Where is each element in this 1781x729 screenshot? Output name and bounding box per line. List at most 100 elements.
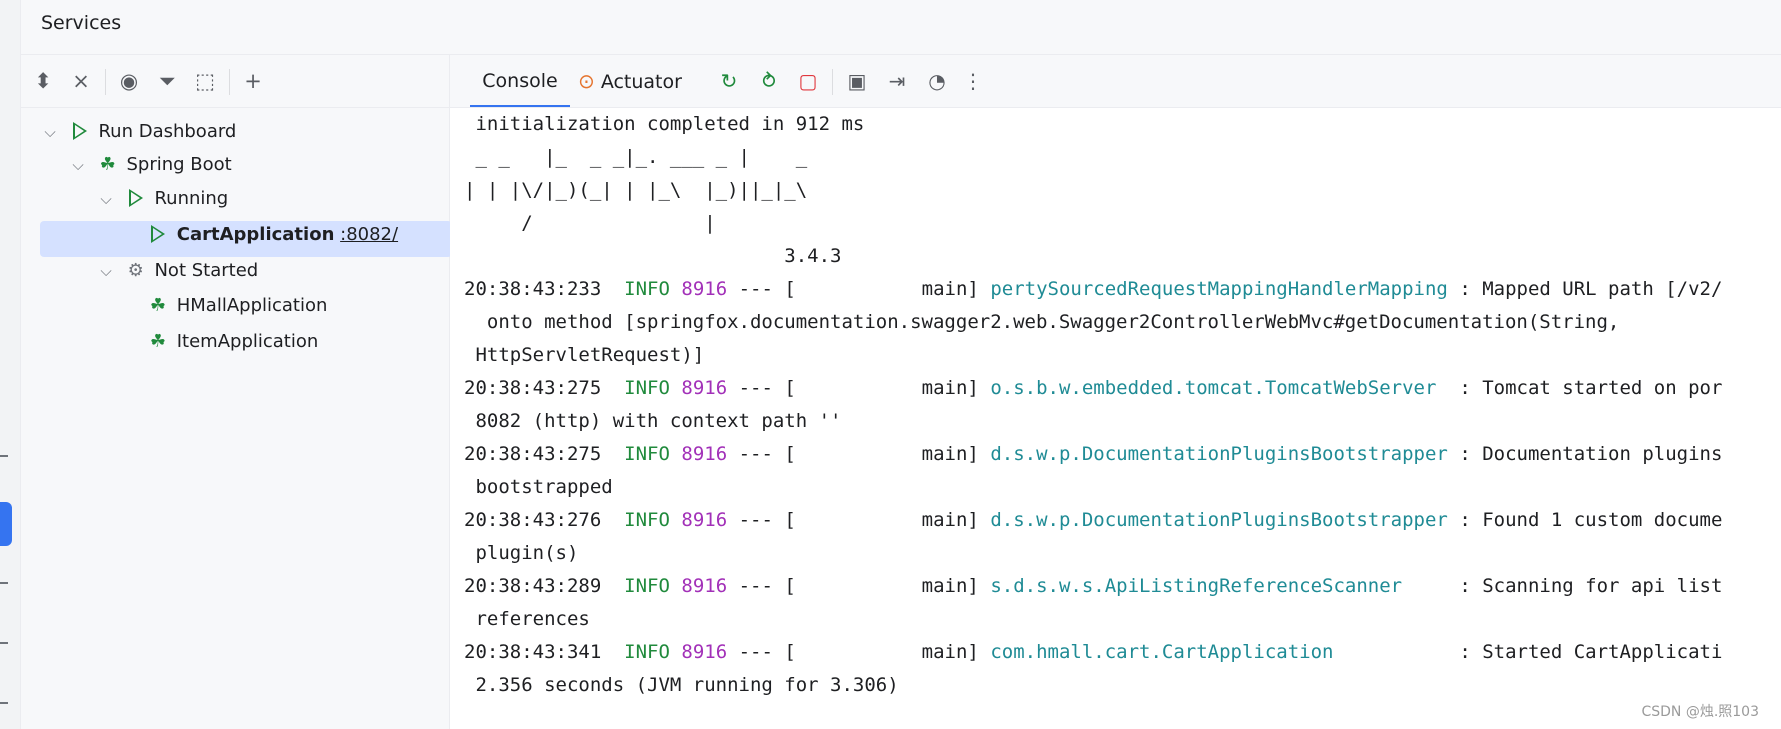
tree-node-item-application[interactable]: ☘ ItemApplication — [145, 325, 318, 359]
log-separator: --- [ — [738, 377, 796, 399]
toolbar-divider — [229, 69, 230, 95]
log-separator: --- [ — [738, 443, 796, 465]
chevron-down-icon[interactable]: ⌵ — [95, 254, 117, 288]
log-logger[interactable]: s.d.s.w.s.ApiListingReferenceScanner — [990, 575, 1448, 597]
log-pid: 8916 — [681, 641, 728, 663]
tree-node-cart-application[interactable]: CartApplication :8082/ — [145, 218, 398, 252]
chevron-down-icon[interactable]: ⌵ — [39, 115, 61, 149]
chevron-down-icon[interactable]: ⌵ — [67, 148, 89, 182]
console-line: initialization completed in 912 ms — [464, 113, 865, 135]
rerun-debug-icon[interactable]: ⥁ — [756, 68, 782, 94]
log-logger[interactable]: d.s.w.p.DocumentationPluginsBootstrapper — [990, 509, 1448, 531]
tab-console[interactable]: Console — [470, 55, 570, 107]
log-message: : Scanning for api list — [1447, 575, 1723, 597]
log-line: 20:38:43:233 INFO 8916 --- [ main] perty… — [464, 273, 1722, 306]
log-level: INFO — [624, 575, 670, 597]
log-logger[interactable]: com.hmall.cart.CartApplication — [990, 641, 1448, 663]
tree-node-label: Running — [154, 188, 229, 209]
log-timestamp: 20:38:43:275 — [464, 377, 602, 399]
console-line: _ _ |_ _ _|_. ___ _ | _ — [464, 146, 808, 168]
run-icon — [145, 218, 171, 252]
log-pid: 8916 — [681, 377, 728, 399]
log-level: INFO — [624, 278, 670, 300]
gear-icon: ⚙ — [127, 260, 144, 281]
tree-node-label: ItemApplication — [176, 331, 319, 352]
log-thread: main] — [921, 509, 979, 531]
log-continuation: HttpServletRequest)] — [464, 344, 705, 366]
log-line: 20:38:43:341 INFO 8916 --- [ main] com.h… — [464, 636, 1722, 669]
log-message: : Found 1 custom docume — [1447, 509, 1723, 531]
tool-window-mark[interactable] — [0, 642, 8, 644]
port-link[interactable]: :8082/ — [340, 224, 398, 245]
title-bar: Services — [21, 0, 1781, 55]
window-title: Services — [41, 12, 122, 34]
tree-node-running[interactable]: ⌵ Running — [95, 182, 228, 216]
screenshot-icon[interactable]: ▣ — [844, 68, 870, 94]
log-separator: --- [ — [738, 641, 796, 663]
log-level: INFO — [624, 641, 670, 663]
log-thread: main] — [921, 377, 979, 399]
tool-window-mark[interactable] — [0, 455, 8, 457]
log-logger[interactable]: pertySourcedRequestMappingHandlerMapping — [990, 278, 1448, 300]
spring-boot-icon: ☘ — [99, 154, 116, 175]
add-service-icon[interactable]: + — [239, 67, 267, 95]
log-level: INFO — [624, 509, 670, 531]
collapse-all-icon[interactable]: ⨯ — [67, 67, 95, 95]
tool-window-mark[interactable] — [0, 702, 8, 704]
log-separator: --- [ — [738, 278, 796, 300]
console-output[interactable]: initialization completed in 912 ms _ _ |… — [450, 108, 1781, 729]
services-tool-window-button[interactable] — [0, 502, 12, 546]
log-thread: main] — [921, 575, 979, 597]
tree-node-label: CartApplication — [176, 224, 335, 245]
tree-node-spring-boot[interactable]: ⌵ ☘ Spring Boot — [67, 148, 232, 182]
log-line: 20:38:43:275 INFO 8916 --- [ main] o.s.b… — [464, 372, 1722, 405]
log-continuation: plugin(s) — [464, 542, 579, 564]
services-tree: ⌵ Run Dashboard ⌵ ☘ Spring Boot ⌵ Runnin… — [21, 108, 452, 729]
eye-icon[interactable]: ◉ — [115, 67, 143, 95]
log-pid: 8916 — [681, 575, 728, 597]
log-level: INFO — [624, 443, 670, 465]
toolbar-divider — [105, 69, 106, 95]
toolbar-divider — [832, 69, 833, 95]
run-icon — [123, 182, 149, 216]
tree-node-run-dashboard[interactable]: ⌵ Run Dashboard — [39, 115, 236, 149]
tree-node-label: Spring Boot — [126, 154, 232, 175]
log-message: : Mapped URL path [/v2/ — [1447, 278, 1723, 300]
log-separator: --- [ — [738, 509, 796, 531]
dashboard-icon[interactable]: ◔ — [924, 68, 950, 94]
log-message: : Tomcat started on por — [1447, 377, 1723, 399]
filter-icon[interactable]: ⏷ — [153, 67, 181, 95]
tab-actuator[interactable]: ⊙ Actuator — [578, 55, 682, 107]
log-timestamp: 20:38:43:233 — [464, 278, 602, 300]
log-level: INFO — [624, 377, 670, 399]
watermark: CSDN @烛.照103 — [1641, 704, 1759, 720]
log-logger[interactable]: o.s.b.w.embedded.tomcat.TomcatWebServer — [990, 377, 1448, 399]
log-line: 20:38:43:275 INFO 8916 --- [ main] d.s.w… — [464, 438, 1722, 471]
tree-node-label: HMallApplication — [176, 295, 328, 316]
log-pid: 8916 — [681, 509, 728, 531]
expand-all-icon[interactable]: ⬍ — [29, 67, 57, 95]
login-icon[interactable]: ⇥ — [884, 68, 910, 94]
run-icon — [67, 115, 93, 149]
log-continuation: 2.356 seconds (JVM running for 3.306) — [464, 674, 899, 696]
log-logger[interactable]: d.s.w.p.DocumentationPluginsBootstrapper — [990, 443, 1448, 465]
log-line: 20:38:43:276 INFO 8916 --- [ main] d.s.w… — [464, 504, 1722, 537]
console-line: 3.4.3 — [464, 245, 842, 267]
log-continuation: bootstrapped — [464, 476, 613, 498]
tree-node-hmall-application[interactable]: ☘ HMallApplication — [145, 289, 327, 323]
services-toolbar: ⬍ ⨯ ◉ ⏷ ⬚ + — [21, 55, 450, 108]
log-thread: main] — [921, 443, 979, 465]
log-message: : Started CartApplicati — [1447, 641, 1723, 663]
rerun-icon[interactable]: ↻ — [716, 68, 742, 94]
tool-window-mark[interactable] — [0, 582, 8, 584]
stop-icon[interactable]: ▢ — [795, 68, 821, 94]
more-icon[interactable]: ⋮ — [960, 68, 986, 94]
log-thread: main] — [921, 641, 979, 663]
log-timestamp: 20:38:43:275 — [464, 443, 602, 465]
tree-node-not-started[interactable]: ⌵ ⚙ Not Started — [95, 254, 258, 288]
log-pid: 8916 — [681, 278, 728, 300]
tree-node-label: Not Started — [154, 260, 259, 281]
log-separator: --- [ — [738, 575, 796, 597]
new-group-icon[interactable]: ⬚ — [191, 67, 219, 95]
chevron-down-icon[interactable]: ⌵ — [95, 182, 117, 216]
